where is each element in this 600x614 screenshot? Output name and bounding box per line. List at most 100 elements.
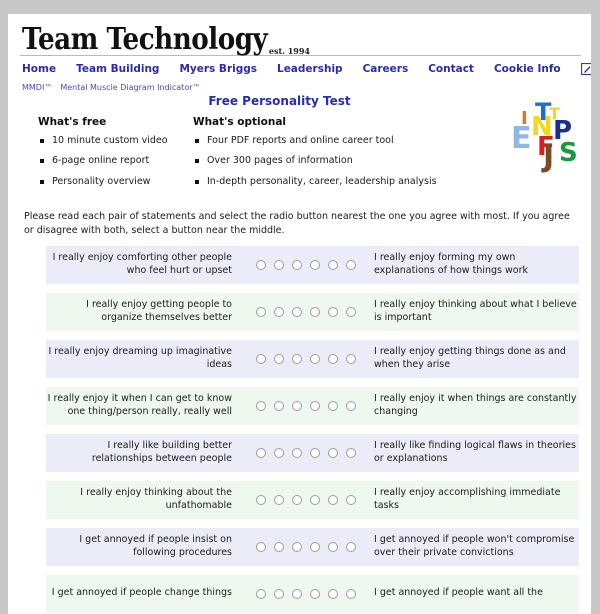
features-free-column: What's free 10 minute custom video 6-pag… xyxy=(38,116,193,196)
site-logo[interactable]: Team Technology est. 1994 xyxy=(8,14,591,57)
page-title: Free Personality Test xyxy=(208,94,351,108)
features-optional-heading: What's optional xyxy=(193,116,287,128)
radio-option-6[interactable] xyxy=(346,541,356,552)
radio-option-3[interactable] xyxy=(292,447,302,458)
radio-option-1[interactable] xyxy=(256,400,266,411)
question-right-statement: I get annoyed if people want all the xyxy=(374,587,543,599)
question-right-statement: I really enjoy accomplishing immediate t… xyxy=(374,486,561,511)
question-right-statement: I really enjoy forming my own explanatio… xyxy=(374,251,528,276)
radio-option-3[interactable] xyxy=(292,494,302,505)
radio-option-3[interactable] xyxy=(292,588,302,599)
radio-option-6[interactable] xyxy=(346,447,356,458)
radio-option-2[interactable] xyxy=(274,447,284,458)
features-free-heading: What's free xyxy=(38,116,107,128)
radio-option-4[interactable] xyxy=(310,494,320,505)
radio-group xyxy=(246,447,366,458)
list-item: Four PDF reports and online career tool xyxy=(193,135,493,146)
nav-careers[interactable]: Careers xyxy=(363,63,409,75)
radio-option-5[interactable] xyxy=(328,494,338,505)
nav-contact[interactable]: Contact xyxy=(428,63,474,75)
mbti-letter-j-8: J xyxy=(543,139,555,174)
question-row: I really enjoy thinking about the unfath… xyxy=(46,480,579,519)
radio-option-4[interactable] xyxy=(310,259,320,270)
breadcrumb: MMDI™ Mental Muscle Diagram Indicator™ xyxy=(8,81,591,92)
radio-option-6[interactable] xyxy=(346,353,356,364)
question-list: I really enjoy comforting other people w… xyxy=(8,238,591,613)
radio-group xyxy=(246,306,366,317)
question-right-statement: I really enjoy thinking about what I bel… xyxy=(374,298,577,323)
question-right-statement: I get annoyed if people won't compromise… xyxy=(374,533,575,558)
nav-icon-group: g+ xyxy=(580,63,591,75)
radio-group xyxy=(246,400,366,411)
radio-group xyxy=(246,541,366,552)
mbti-letter-e-4: E xyxy=(511,121,532,156)
radio-option-5[interactable] xyxy=(328,447,338,458)
radio-option-6[interactable] xyxy=(346,259,356,270)
radio-option-3[interactable] xyxy=(292,541,302,552)
instructions-text: Please read each pair of statements and … xyxy=(24,211,570,236)
nav-home[interactable]: Home xyxy=(22,63,56,75)
radio-option-2[interactable] xyxy=(274,259,284,270)
radio-group xyxy=(246,588,366,599)
radio-option-1[interactable] xyxy=(256,353,266,364)
radio-option-1[interactable] xyxy=(256,306,266,317)
radio-group xyxy=(246,259,366,270)
radio-option-3[interactable] xyxy=(292,306,302,317)
radio-option-4[interactable] xyxy=(310,447,320,458)
radio-option-2[interactable] xyxy=(274,353,284,364)
nav-leadership[interactable]: Leadership xyxy=(277,63,343,75)
radio-group xyxy=(246,494,366,505)
radio-option-2[interactable] xyxy=(274,400,284,411)
radio-option-6[interactable] xyxy=(346,588,356,599)
list-item: In-depth personality, career, leadership… xyxy=(193,176,493,187)
radio-option-4[interactable] xyxy=(310,400,320,411)
radio-option-4[interactable] xyxy=(310,541,320,552)
radio-option-2[interactable] xyxy=(274,494,284,505)
question-row: I get annoyed if people insist on follow… xyxy=(46,527,579,566)
radio-option-3[interactable] xyxy=(292,353,302,364)
radio-option-4[interactable] xyxy=(310,588,320,599)
radio-option-6[interactable] xyxy=(346,400,356,411)
radio-option-3[interactable] xyxy=(292,400,302,411)
radio-option-1[interactable] xyxy=(256,447,266,458)
features-free-list: 10 minute custom video 6-page online rep… xyxy=(38,135,193,187)
radio-option-2[interactable] xyxy=(274,306,284,317)
radio-option-2[interactable] xyxy=(274,541,284,552)
radio-option-5[interactable] xyxy=(328,541,338,552)
question-right-statement: I really like finding logical flaws in t… xyxy=(374,439,576,464)
page-container: Team Technology est. 1994 Home Team Build… xyxy=(8,14,591,614)
radio-option-5[interactable] xyxy=(328,259,338,270)
radio-option-5[interactable] xyxy=(328,400,338,411)
edit-icon[interactable] xyxy=(580,63,591,75)
radio-option-1[interactable] xyxy=(256,588,266,599)
question-left-statement: I really like building better relationsh… xyxy=(91,439,232,464)
radio-option-1[interactable] xyxy=(256,541,266,552)
radio-option-4[interactable] xyxy=(310,306,320,317)
radio-option-1[interactable] xyxy=(256,494,266,505)
mbti-letters-logo: ITNTEPFSJ xyxy=(509,96,581,178)
radio-option-5[interactable] xyxy=(328,353,338,364)
breadcrumb-item-mmdi[interactable]: MMDI™ xyxy=(22,83,52,92)
radio-option-4[interactable] xyxy=(310,353,320,364)
question-right-statement: I really enjoy it when things are consta… xyxy=(374,392,577,417)
nav-cookie-info[interactable]: Cookie Info xyxy=(494,63,561,75)
question-left-statement: I get annoyed if people insist on follow… xyxy=(79,533,232,558)
nav-team-building[interactable]: Team Building xyxy=(76,63,159,75)
radio-option-5[interactable] xyxy=(328,588,338,599)
radio-option-3[interactable] xyxy=(292,259,302,270)
radio-option-1[interactable] xyxy=(256,259,266,270)
features-section: What's free 10 minute custom video 6-pag… xyxy=(8,100,591,196)
question-left-statement: I really enjoy dreaming up imaginative i… xyxy=(48,345,232,370)
radio-option-6[interactable] xyxy=(346,306,356,317)
radio-option-5[interactable] xyxy=(328,306,338,317)
list-item: Personality overview xyxy=(38,176,193,187)
question-row: I really enjoy dreaming up imaginative i… xyxy=(46,339,579,378)
question-left-statement: I really enjoy comforting other people w… xyxy=(52,251,232,276)
radio-option-2[interactable] xyxy=(274,588,284,599)
list-item: 6-page online report xyxy=(38,155,193,166)
radio-option-6[interactable] xyxy=(346,494,356,505)
breadcrumb-item-mmdi-full[interactable]: Mental Muscle Diagram Indicator™ xyxy=(60,83,200,92)
nav-myers-briggs[interactable]: Myers Briggs xyxy=(179,63,257,75)
radio-group xyxy=(246,353,366,364)
logo-est-text: est. 1994 xyxy=(268,46,310,56)
